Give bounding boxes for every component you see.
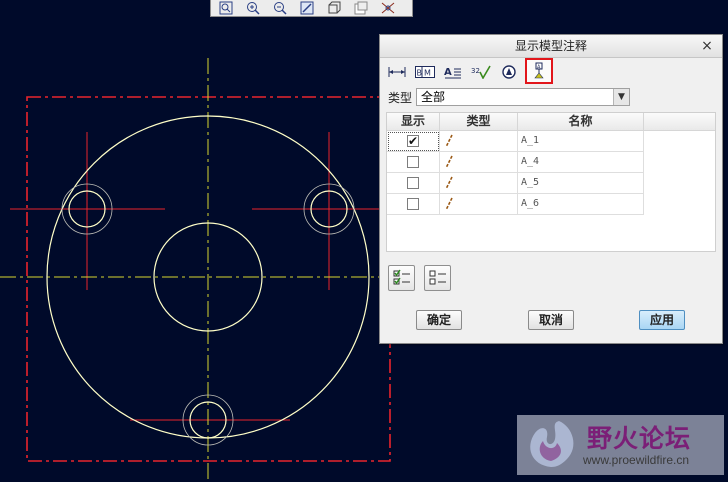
- datum-tab-icon[interactable]: A: [525, 58, 553, 84]
- zoom-out-icon[interactable]: [269, 0, 291, 16]
- chevron-down-icon[interactable]: ▼: [613, 89, 630, 105]
- show-cell: [387, 152, 440, 173]
- annotation-name: A_5: [521, 177, 540, 188]
- show-checkbox[interactable]: [407, 198, 419, 210]
- show-checkbox[interactable]: ✔: [407, 135, 419, 147]
- deselect-all-button[interactable]: [424, 265, 451, 291]
- table-row[interactable]: A_6: [387, 194, 715, 215]
- geometric-tolerance-tab-icon[interactable]: BM: [413, 62, 437, 82]
- column-header-type[interactable]: 类型: [440, 113, 518, 130]
- type-cell: [440, 152, 518, 173]
- dimension-tab-icon[interactable]: [385, 62, 409, 82]
- svg-text:A: A: [444, 67, 452, 78]
- name-cell: A_6: [518, 194, 644, 215]
- annotation-table: 显示 类型 名称 ✔ A_1 A_4 A_5 A_6: [386, 112, 716, 252]
- watermark-url: www.proewildfire.cn: [583, 453, 690, 467]
- name-cell: A_5: [518, 173, 644, 194]
- datum-axis-icon: [445, 176, 453, 190]
- construction-lines: [10, 132, 380, 421]
- show-cell: [387, 194, 440, 215]
- apply-button[interactable]: 应用: [639, 310, 685, 330]
- forum-watermark: 野火论坛 www.proewildfire.cn: [517, 415, 724, 475]
- svg-text:32: 32: [471, 67, 480, 75]
- table-row[interactable]: A_4: [387, 152, 715, 173]
- table-row[interactable]: ✔ A_1: [387, 131, 715, 152]
- surface-finish-tab-icon[interactable]: 32: [469, 62, 493, 82]
- column-header-name[interactable]: 名称: [518, 113, 644, 130]
- show-checkbox[interactable]: [407, 177, 419, 189]
- svg-text:B: B: [417, 69, 423, 78]
- display-style-icon[interactable]: [377, 0, 399, 16]
- select-all-icon: [393, 269, 410, 285]
- annotation-name: A_4: [521, 156, 540, 167]
- cancel-button[interactable]: 取消: [528, 310, 574, 330]
- repaint-icon[interactable]: [296, 0, 318, 16]
- show-checkbox[interactable]: [407, 156, 419, 168]
- zoom-fit-icon[interactable]: [215, 0, 237, 16]
- center-axes: [0, 58, 385, 480]
- table-body: ✔ A_1 A_4 A_5 A_6: [387, 131, 715, 215]
- ok-button[interactable]: 确定: [416, 310, 462, 330]
- svg-text:M: M: [424, 69, 431, 78]
- dialog-titlebar[interactable]: 显示模型注释 ×: [380, 35, 722, 58]
- datum-axis-icon: [445, 197, 453, 211]
- type-filter-select[interactable]: 全部 ▼: [416, 88, 631, 106]
- selection-buttons: [388, 265, 460, 291]
- dialog-title: 显示模型注释: [514, 39, 587, 53]
- view-toolbar: [210, 0, 413, 17]
- type-filter-row: 类型 全部 ▼: [388, 88, 631, 106]
- datum-axis-icon: [445, 134, 453, 148]
- note-tab-icon[interactable]: A: [441, 62, 465, 82]
- type-filter-label: 类型: [388, 90, 413, 105]
- table-row[interactable]: A_5: [387, 173, 715, 194]
- dialog-footer: 确定 取消 应用: [380, 310, 724, 334]
- datum-axis-icon: [445, 155, 453, 169]
- annotation-name: A_1: [521, 135, 540, 146]
- zoom-in-icon[interactable]: [242, 0, 264, 16]
- watermark-title: 野火论坛: [587, 424, 692, 453]
- name-cell: A_4: [518, 152, 644, 173]
- column-header-show[interactable]: 显示: [387, 113, 440, 130]
- show-cell: ✔: [387, 131, 440, 152]
- model-annotation-dialog: 显示模型注释 × BM A 32 A 类型 全部 ▼ 显示 类型 名称 ✔ A_…: [379, 34, 723, 344]
- table-header: 显示 类型 名称: [387, 113, 715, 131]
- flame-logo-icon: [530, 421, 574, 467]
- symbol-tab-icon[interactable]: [497, 62, 521, 82]
- orient-icon[interactable]: [323, 0, 345, 16]
- saved-views-icon[interactable]: [350, 0, 372, 16]
- type-cell: [440, 131, 518, 152]
- deselect-all-icon: [429, 270, 446, 285]
- type-filter-value: 全部: [421, 90, 446, 104]
- type-cell: [440, 173, 518, 194]
- select-all-button[interactable]: [388, 265, 415, 291]
- name-cell: A_1: [518, 131, 644, 152]
- type-cell: [440, 194, 518, 215]
- close-icon[interactable]: ×: [700, 35, 714, 57]
- show-cell: [387, 173, 440, 194]
- annotation-type-tabs: BM A 32 A: [385, 58, 557, 84]
- annotation-name: A_6: [521, 198, 540, 209]
